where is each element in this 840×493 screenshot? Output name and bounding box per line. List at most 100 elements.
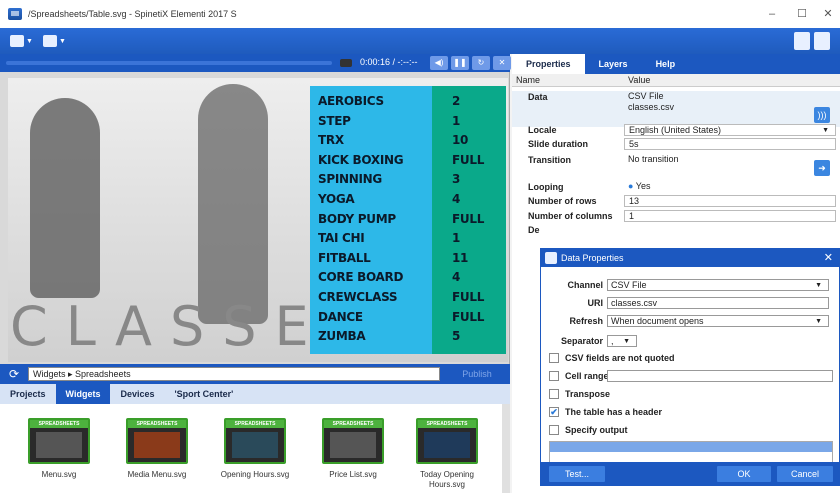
pause-button[interactable]: ❚❚ [451, 56, 469, 70]
mute-button[interactable]: ◀) [430, 56, 448, 70]
thumbnail-preview [134, 432, 180, 458]
thumbnail-header: SPREADSHEETS [128, 420, 186, 428]
property-row-slide-duration[interactable]: Slide duration 5s [512, 138, 840, 151]
maximize-button[interactable]: ☐ [792, 6, 812, 22]
widget-item-price-list[interactable]: SPREADSHEETS Price List.svg [308, 418, 398, 480]
property-row-data[interactable]: Data CSV File classes.csv ))) [512, 91, 840, 127]
separator-select[interactable]: , ▼ [607, 335, 637, 347]
tab-layers[interactable]: Layers [585, 54, 642, 74]
widget-label: Price List.svg [329, 470, 377, 479]
minimize-button[interactable]: – [762, 6, 782, 22]
class-value: 11 [452, 250, 469, 265]
property-row-number-of-rows[interactable]: Number of rows 13 [512, 195, 840, 208]
main-toolbar: ▼ ▼ [0, 28, 840, 54]
refresh-select[interactable]: When document opens ▼ [607, 315, 829, 327]
menu-button[interactable]: ▼ [10, 32, 33, 50]
ok-button[interactable]: OK [717, 466, 771, 482]
record-icon[interactable] [340, 59, 352, 67]
output-table [549, 441, 833, 463]
close-button[interactable]: ✕ [818, 6, 838, 22]
separator-value: , [611, 336, 614, 346]
property-name: Transition [528, 155, 572, 165]
playback-bar: 0:00:16 / -:--:-- ◀) ❚❚ ↻ ✕ [0, 54, 511, 72]
transpose-checkbox[interactable]: Transpose [549, 389, 610, 399]
uri-input[interactable]: classes.csv [607, 297, 829, 309]
refresh-icon[interactable]: ⟳ [6, 366, 22, 382]
checkbox-label: Cell range [565, 371, 609, 381]
thumbnail-preview [330, 432, 376, 458]
csv-not-quoted-checkbox[interactable]: CSV fields are not quoted [549, 353, 675, 363]
number-of-rows-input[interactable]: 13 [624, 195, 836, 207]
gallery-scrollbar[interactable] [502, 404, 510, 493]
has-header-checkbox[interactable]: ✔ The table has a header [549, 407, 662, 417]
output-table-header [550, 442, 832, 452]
publish-button[interactable]: Publish [448, 367, 506, 381]
tab-devices[interactable]: Devices [110, 384, 164, 404]
timeline-track[interactable] [6, 61, 332, 65]
class-name: KICK BOXING [318, 152, 404, 167]
checkbox-label: CSV fields are not quoted [565, 353, 675, 363]
data-properties-dialog: Data Properties ✕ Channel CSV File ▼ URI … [540, 248, 840, 486]
checkbox-unchecked-icon [549, 389, 559, 399]
property-row-truncated[interactable]: De [512, 224, 840, 237]
class-value: FULL [452, 211, 485, 226]
property-row-locale[interactable]: Locale English (United States) ▼ [512, 124, 840, 137]
close-icon[interactable]: ✕ [824, 249, 833, 267]
slide-duration-input[interactable]: 5s [624, 138, 836, 150]
data-source-type: CSV File [628, 91, 664, 101]
cell-range-checkbox[interactable]: Cell range [549, 371, 609, 381]
class-value: 3 [452, 172, 461, 187]
property-row-number-of-columns[interactable]: Number of columns 1 [512, 210, 840, 223]
channel-select[interactable]: CSV File ▼ [607, 279, 829, 291]
new-document-button[interactable]: ▼ [42, 32, 66, 50]
cell-range-input[interactable] [607, 370, 833, 382]
thumbnail-preview [36, 432, 82, 458]
separator-field: Separator , ▼ [541, 335, 637, 347]
reload-button[interactable]: ↻ [472, 56, 490, 70]
tab-help[interactable]: Help [642, 54, 690, 74]
class-value: 5 [452, 329, 461, 344]
rss-icon[interactable]: ))) [814, 107, 830, 123]
property-row-transition[interactable]: Transition No transition ➜ [512, 154, 840, 180]
widget-item-media-menu[interactable]: SPREADSHEETS Media Menu.svg [112, 418, 202, 480]
property-name: Data [528, 92, 548, 102]
stop-button[interactable]: ✕ [493, 56, 511, 70]
looping-toggle[interactable]: ● Yes [624, 181, 836, 194]
widgets-path-input[interactable]: Widgets ▸ Spreadsheets [28, 367, 440, 381]
channel-field: Channel CSV File ▼ [541, 279, 829, 291]
property-row-looping[interactable]: Looping ● Yes [512, 181, 840, 194]
widget-label: Opening Hours.svg [220, 470, 290, 479]
looping-value: Yes [635, 181, 651, 191]
widget-item-menu[interactable]: SPREADSHEETS Menu.svg [14, 418, 104, 480]
number-of-columns-input[interactable]: 1 [624, 210, 836, 222]
class-value: 10 [452, 133, 469, 148]
dialog-title: Data Properties [561, 253, 624, 263]
class-name: STEP [318, 113, 351, 128]
refresh-label: Refresh [569, 316, 603, 326]
arrow-right-icon[interactable]: ➜ [814, 160, 830, 176]
paste-icon[interactable] [814, 32, 830, 50]
widget-item-today-opening-hours[interactable]: SPREADSHEETS Today Opening Hours.svg [402, 418, 492, 490]
tab-properties[interactable]: Properties [512, 54, 585, 74]
dialog-title-bar: Data Properties ✕ [541, 249, 839, 267]
slide-canvas: CLASSES AEROBICS STEP TRX KICK BOXING SP… [8, 78, 508, 362]
cancel-button[interactable]: Cancel [777, 466, 833, 482]
thumbnail-header: SPREADSHEETS [30, 420, 88, 428]
property-name: De [528, 225, 540, 235]
tab-widgets[interactable]: Widgets [55, 384, 111, 404]
class-value: 4 [452, 191, 461, 206]
specify-output-checkbox[interactable]: Specify output [549, 425, 628, 435]
class-value-column: 2 1 10 FULL 3 4 FULL 1 11 4 FULL FULL 5 [432, 86, 506, 354]
tab-projects[interactable]: Projects [0, 384, 56, 404]
locale-select[interactable]: English (United States) ▼ [624, 124, 836, 136]
class-value: 2 [452, 94, 461, 108]
thumbnail-header: SPREADSHEETS [324, 420, 382, 428]
widget-item-opening-hours[interactable]: SPREADSHEETS Opening Hours.svg [210, 418, 300, 480]
class-name: FITBALL [318, 250, 371, 265]
copy-icon[interactable] [794, 32, 810, 50]
chevron-down-icon: ▼ [815, 282, 822, 289]
tab-sport-center[interactable]: 'Sport Center' [164, 384, 243, 404]
title-bar: /Spreadsheets/Table.svg - SpinetiX Eleme… [0, 0, 840, 28]
widget-thumbnail: SPREADSHEETS [224, 418, 286, 464]
test-button[interactable]: Test... [549, 466, 605, 482]
